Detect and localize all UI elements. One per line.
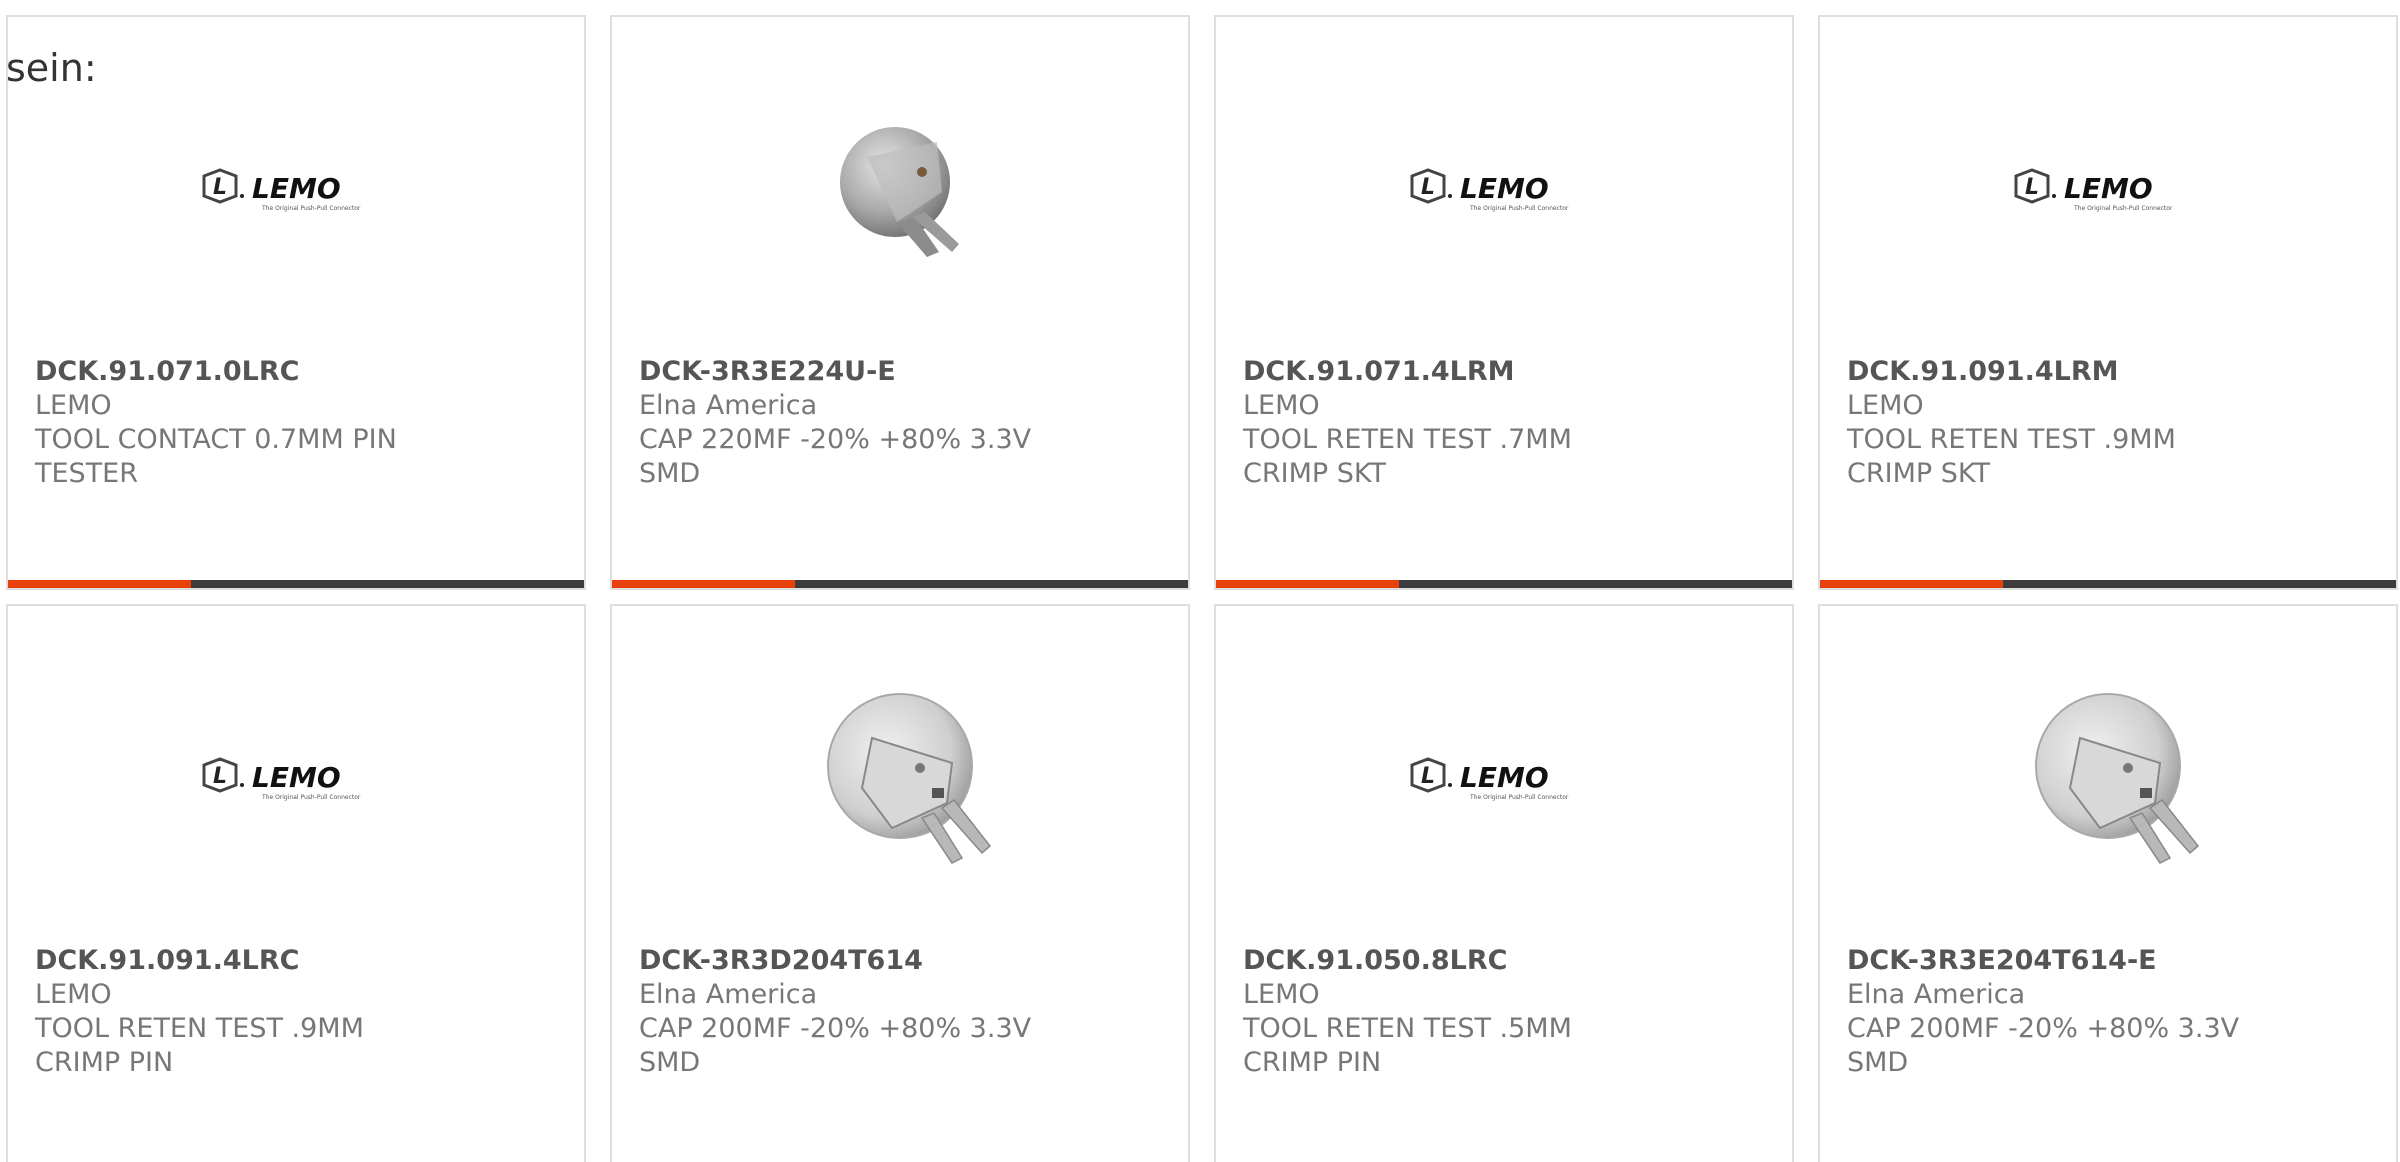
product-card[interactable]: DCK-3R3E224U-E Elna America CAP 220MF -2… xyxy=(610,15,1190,590)
product-info: DCK.91.091.4LRM LEMO TOOL RETEN TEST .9M… xyxy=(1847,355,2376,491)
svg-text:The Original Push-Pull Connect: The Original Push-Pull Connector xyxy=(261,205,361,212)
manufacturer: Elna America xyxy=(639,979,818,1010)
product-card[interactable]: L LEMO The Original Push-Pull Connector … xyxy=(6,15,586,590)
svg-text:L: L xyxy=(1421,764,1435,789)
product-info: DCK.91.091.4LRC LEMO TOOL RETEN TEST .9M… xyxy=(35,944,564,1080)
product-results-page: sein: L LEMO The Original Push-Pull Conn… xyxy=(0,0,2400,1162)
manufacturer: LEMO xyxy=(1847,390,1924,421)
manufacturer: LEMO xyxy=(1243,390,1320,421)
product-image-area[interactable]: L LEMO The Original Push-Pull Connector xyxy=(1820,17,2396,357)
product-description: TOOL CONTACT 0.7MM PIN TESTER xyxy=(35,424,397,489)
svg-text:The Original Push-Pull Connect: The Original Push-Pull Connector xyxy=(261,794,361,801)
part-number[interactable]: DCK.91.091.4LRC xyxy=(35,944,564,978)
part-number[interactable]: DCK.91.050.8LRC xyxy=(1243,944,1772,978)
svg-text:LEMO: LEMO xyxy=(252,761,341,794)
svg-text:The Original Push-Pull Connect: The Original Push-Pull Connector xyxy=(1469,205,1569,212)
manufacturer: LEMO xyxy=(1243,979,1320,1010)
lemo-logo-icon: L LEMO The Original Push-Pull Connector xyxy=(202,757,361,801)
product-description: TOOL RETEN TEST .5MM CRIMP PIN xyxy=(1243,1013,1572,1078)
svg-text:The Original Push-Pull Connect: The Original Push-Pull Connector xyxy=(2073,205,2173,212)
part-number[interactable]: DCK-3R3E224U-E xyxy=(639,355,1168,389)
coin-capacitor-icon xyxy=(840,127,959,257)
product-image-area[interactable]: L LEMO The Original Push-Pull Connector xyxy=(8,606,584,946)
product-info: DCK.91.071.4LRM LEMO TOOL RETEN TEST .7M… xyxy=(1243,355,1772,491)
part-number[interactable]: DCK.91.071.4LRM xyxy=(1243,355,1772,389)
product-description: TOOL RETEN TEST .9MM CRIMP PIN xyxy=(35,1013,364,1078)
card-accent xyxy=(612,580,795,588)
card-bottom-bar xyxy=(612,580,1188,588)
product-grid: L LEMO The Original Push-Pull Connector … xyxy=(6,15,2400,1162)
manufacturer: Elna America xyxy=(639,390,818,421)
svg-text:LEMO: LEMO xyxy=(1460,172,1549,205)
product-card[interactable]: L LEMO The Original Push-Pull Connector … xyxy=(1818,15,2398,590)
manufacturer: LEMO xyxy=(35,979,112,1010)
part-number[interactable]: DCK.91.071.0LRC xyxy=(35,355,564,389)
part-number[interactable]: DCK-3R3E204T614-E xyxy=(1847,944,2376,978)
lemo-logo-icon: L LEMO The Original Push-Pull Connector xyxy=(202,168,361,212)
manufacturer: Elna America xyxy=(1847,979,2026,1010)
card-accent xyxy=(1820,580,2003,588)
product-description: CAP 200MF -20% +80% 3.3V SMD xyxy=(1847,1013,2240,1078)
svg-text:L: L xyxy=(213,764,227,789)
lemo-logo-icon: L LEMO The Original Push-Pull Connector xyxy=(1410,168,1569,212)
product-description: CAP 220MF -20% +80% 3.3V SMD xyxy=(639,424,1032,489)
product-image-area[interactable]: L LEMO The Original Push-Pull Connector xyxy=(1216,606,1792,946)
product-info: DCK.91.050.8LRC LEMO TOOL RETEN TEST .5M… xyxy=(1243,944,1772,1080)
card-accent xyxy=(1216,580,1399,588)
product-image-area[interactable] xyxy=(1820,606,2396,946)
intro-text: sein: xyxy=(6,46,97,90)
product-card[interactable]: L LEMO The Original Push-Pull Connector … xyxy=(1214,15,1794,590)
svg-text:LEMO: LEMO xyxy=(2064,172,2153,205)
card-bottom-bar xyxy=(8,580,584,588)
product-card[interactable]: L LEMO The Original Push-Pull Connector … xyxy=(6,604,586,1162)
svg-text:L: L xyxy=(2025,175,2039,200)
card-bottom-bar xyxy=(1820,580,2396,588)
product-card[interactable]: L LEMO The Original Push-Pull Connector … xyxy=(1214,604,1794,1162)
svg-text:L: L xyxy=(1421,175,1435,200)
product-image-area[interactable] xyxy=(612,17,1188,357)
part-number[interactable]: DCK.91.091.4LRM xyxy=(1847,355,2376,389)
product-description: CAP 200MF -20% +80% 3.3V SMD xyxy=(639,1013,1032,1078)
part-number[interactable]: DCK-3R3D204T614 xyxy=(639,944,1168,978)
product-image-area[interactable]: L LEMO The Original Push-Pull Connector xyxy=(1216,17,1792,357)
coin-capacitor-icon xyxy=(827,693,992,864)
product-info: DCK-3R3D204T614 Elna America CAP 200MF -… xyxy=(639,944,1168,1080)
product-description: TOOL RETEN TEST .9MM CRIMP SKT xyxy=(1847,424,2176,489)
product-card[interactable]: DCK-3R3E204T614-E Elna America CAP 200MF… xyxy=(1818,604,2398,1162)
product-info: DCK.91.071.0LRC LEMO TOOL CONTACT 0.7MM … xyxy=(35,355,564,491)
product-description: TOOL RETEN TEST .7MM CRIMP SKT xyxy=(1243,424,1572,489)
svg-text:LEMO: LEMO xyxy=(252,172,341,205)
card-bottom-bar xyxy=(1216,580,1792,588)
svg-text:L: L xyxy=(213,175,227,200)
card-accent xyxy=(8,580,191,588)
lemo-logo-icon: L LEMO The Original Push-Pull Connector xyxy=(2014,168,2173,212)
manufacturer: LEMO xyxy=(35,390,112,421)
product-info: DCK-3R3E224U-E Elna America CAP 220MF -2… xyxy=(639,355,1168,491)
product-card[interactable]: DCK-3R3D204T614 Elna America CAP 200MF -… xyxy=(610,604,1190,1162)
coin-capacitor-icon xyxy=(2035,693,2200,864)
svg-text:LEMO: LEMO xyxy=(1460,761,1549,794)
product-image-area[interactable] xyxy=(612,606,1188,946)
product-info: DCK-3R3E204T614-E Elna America CAP 200MF… xyxy=(1847,944,2376,1080)
svg-text:The Original Push-Pull Connect: The Original Push-Pull Connector xyxy=(1469,794,1569,801)
lemo-logo-icon: L LEMO The Original Push-Pull Connector xyxy=(1410,757,1569,801)
